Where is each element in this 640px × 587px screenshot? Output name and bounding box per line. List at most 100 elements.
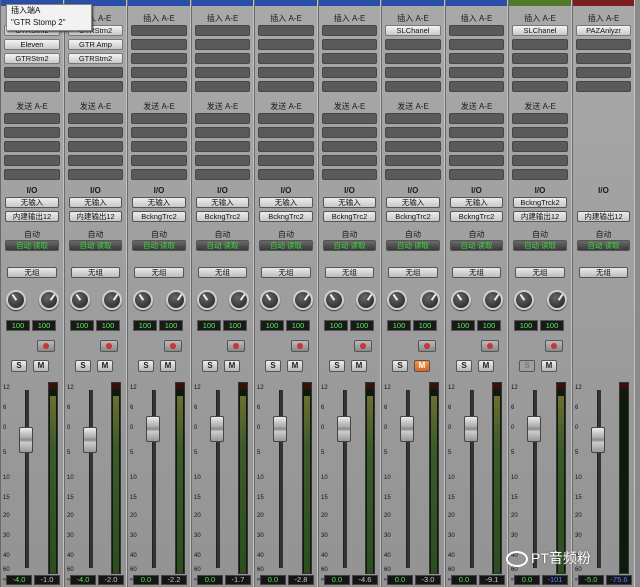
input-selector[interactable]: 无输入 [323,197,376,208]
input-selector[interactable]: 无输入 [132,197,186,208]
mute-button[interactable]: M [224,360,240,372]
mute-button[interactable]: M [351,360,367,372]
volume-fader[interactable] [19,426,33,453]
insert-slot[interactable] [385,81,441,92]
send-slot[interactable] [512,113,568,124]
insert-slot[interactable]: GTR Amp [68,39,123,50]
send-slot[interactable] [322,141,377,152]
record-enable-button[interactable] [227,340,245,352]
output-selector[interactable]: BckngTrc2 [259,211,313,222]
group-selector[interactable]: 无组 [71,267,120,278]
pan-knob-left[interactable] [70,290,90,310]
send-slot[interactable] [512,169,568,180]
automation-mode-selector[interactable]: 自动 读取 [323,240,376,251]
volume-fader[interactable] [527,416,541,443]
send-slot[interactable] [322,113,377,124]
group-selector[interactable]: 无组 [579,267,628,278]
record-enable-button[interactable] [545,340,563,352]
insert-slot[interactable] [322,53,377,64]
send-slot[interactable] [4,141,60,152]
send-slot[interactable] [68,169,123,180]
send-slot[interactable] [512,127,568,138]
pan-knob-right[interactable] [420,290,440,310]
group-selector[interactable]: 无组 [261,267,311,278]
send-slot[interactable] [322,169,377,180]
send-slot[interactable] [258,155,314,166]
insert-slot[interactable] [576,39,631,50]
send-slot[interactable] [68,141,123,152]
mute-button[interactable]: M [414,360,430,372]
insert-slot[interactable] [449,25,504,36]
insert-slot[interactable] [512,81,568,92]
automation-mode-selector[interactable]: 自动 读取 [132,240,186,251]
insert-slot[interactable] [322,25,377,36]
insert-slot[interactable] [512,67,568,78]
volume-fader[interactable] [273,416,287,443]
output-selector[interactable]: 内建输出12 [577,211,630,222]
insert-slot[interactable] [512,53,568,64]
record-enable-button[interactable] [354,340,372,352]
pan-knob-right[interactable] [547,290,567,310]
volume-fader[interactable] [337,416,351,443]
send-slot[interactable] [131,113,187,124]
insert-slot[interactable] [258,53,314,64]
pan-knob-right[interactable] [483,290,503,310]
send-slot[interactable] [322,155,377,166]
insert-slot[interactable] [449,67,504,78]
send-slot[interactable] [131,169,187,180]
mute-button[interactable]: M [287,360,303,372]
insert-slot[interactable] [195,67,250,78]
insert-slot[interactable] [576,67,631,78]
insert-slot[interactable] [131,39,187,50]
send-slot[interactable] [68,155,123,166]
volume-fader[interactable] [83,426,97,453]
input-selector[interactable]: 无输入 [69,197,122,208]
insert-slot[interactable] [258,81,314,92]
insert-slot[interactable] [131,53,187,64]
send-slot[interactable] [68,113,123,124]
solo-button[interactable]: S [138,360,154,372]
mute-button[interactable]: M [160,360,176,372]
send-slot[interactable] [385,113,441,124]
send-slot[interactable] [195,141,250,152]
pan-knob-right[interactable] [166,290,186,310]
insert-slot[interactable] [131,81,187,92]
pan-knob-left[interactable] [197,290,217,310]
insert-slot[interactable] [258,25,314,36]
solo-button[interactable]: S [265,360,281,372]
insert-slot[interactable] [449,81,504,92]
insert-slot[interactable] [195,39,250,50]
volume-fader[interactable] [591,426,605,453]
send-slot[interactable] [4,155,60,166]
volume-fader[interactable] [400,416,414,443]
solo-button[interactable]: S [11,360,27,372]
pan-knob-left[interactable] [324,290,344,310]
insert-slot[interactable]: GTRStm2 [4,53,60,64]
pan-knob-right[interactable] [356,290,376,310]
insert-slot[interactable] [322,67,377,78]
automation-mode-selector[interactable]: 自动 读取 [513,240,567,251]
volume-fader[interactable] [464,416,478,443]
record-enable-button[interactable] [100,340,118,352]
input-selector[interactable]: 无输入 [386,197,440,208]
insert-slot[interactable] [576,81,631,92]
send-slot[interactable] [195,127,250,138]
solo-button[interactable]: S [456,360,472,372]
solo-button[interactable]: S [75,360,91,372]
insert-slot[interactable]: SLChanel [512,25,568,36]
send-slot[interactable] [195,169,250,180]
insert-slot[interactable] [322,81,377,92]
insert-slot[interactable] [385,39,441,50]
send-slot[interactable] [385,127,441,138]
insert-slot[interactable] [385,53,441,64]
send-slot[interactable] [449,155,504,166]
insert-slot[interactable] [322,39,377,50]
insert-slot[interactable]: SLChanel [385,25,441,36]
pan-knob-right[interactable] [39,290,59,310]
output-selector[interactable]: BckngTrc2 [323,211,376,222]
output-selector[interactable]: BckngTrc2 [196,211,249,222]
insert-slot[interactable] [68,67,123,78]
insert-slot[interactable] [258,39,314,50]
insert-slot[interactable] [68,81,123,92]
send-slot[interactable] [4,113,60,124]
